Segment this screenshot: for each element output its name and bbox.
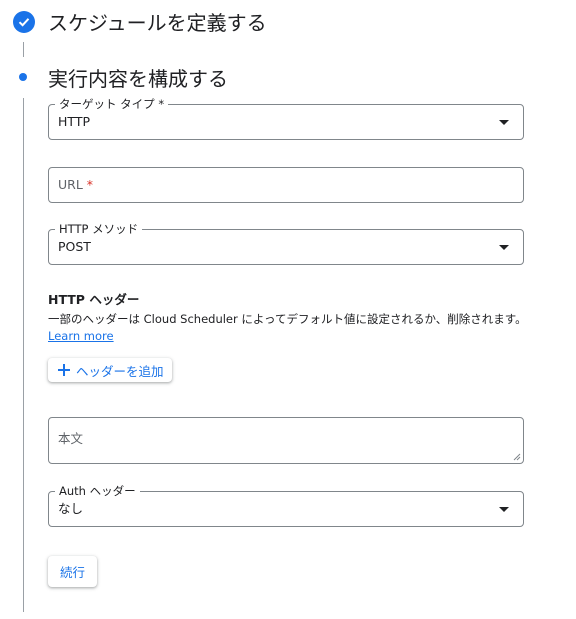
url-placeholder: URL *	[58, 177, 94, 192]
body-textarea[interactable]: 本文	[48, 417, 524, 464]
stepper-connector	[23, 98, 24, 612]
body-placeholder: 本文	[58, 431, 84, 446]
step-complete-check-icon	[13, 11, 35, 33]
learn-more-link[interactable]: Learn more	[48, 329, 114, 343]
target-type-select[interactable]: ターゲット タイプ * HTTP	[48, 97, 524, 140]
http-method-label: HTTP メソッド	[55, 222, 143, 236]
required-mark: *	[158, 97, 165, 111]
required-mark: *	[86, 177, 94, 192]
stepper-connector	[23, 42, 24, 57]
dropdown-arrow-icon	[499, 120, 509, 125]
http-method-select[interactable]: HTTP メソッド POST	[48, 222, 524, 265]
url-input[interactable]: URL *	[48, 167, 524, 203]
dropdown-arrow-icon	[499, 507, 509, 512]
step-execution-title: 実行内容を構成する	[48, 67, 228, 91]
target-type-label: ターゲット タイプ *	[55, 97, 169, 111]
plus-icon	[58, 364, 70, 376]
http-method-value: POST	[58, 239, 91, 254]
auth-header-value: なし	[58, 501, 84, 516]
dropdown-arrow-icon	[499, 245, 509, 250]
continue-button[interactable]: 続行	[48, 556, 98, 587]
http-headers-heading: HTTP ヘッダー	[48, 292, 140, 307]
target-type-value: HTTP	[58, 114, 90, 129]
step-schedule-title[interactable]: スケジュールを定義する	[48, 7, 267, 36]
auth-header-label: Auth ヘッダー	[55, 484, 140, 498]
auth-header-select[interactable]: Auth ヘッダー なし	[48, 484, 524, 527]
add-header-label: ヘッダーを追加	[76, 363, 164, 379]
active-step-dot-icon	[19, 73, 27, 81]
add-header-button[interactable]: ヘッダーを追加	[48, 358, 172, 382]
resize-handle-icon[interactable]	[513, 453, 521, 461]
http-headers-description: 一部のヘッダーは Cloud Scheduler によってデフォルト値に設定され…	[48, 312, 527, 343]
